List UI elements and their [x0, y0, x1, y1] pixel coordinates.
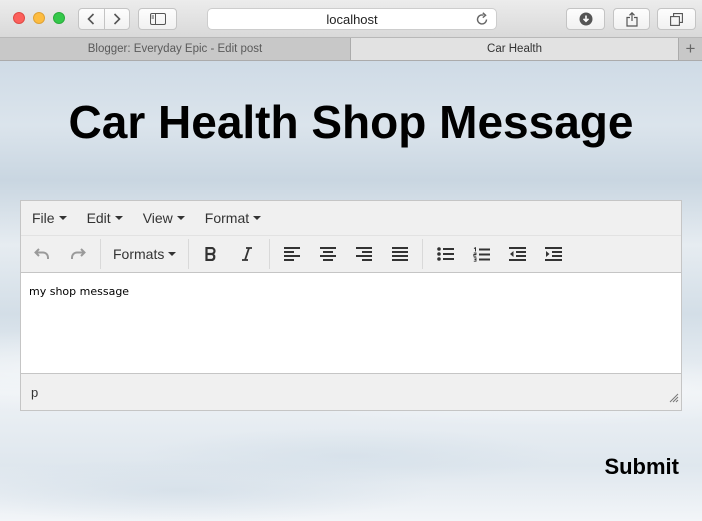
- align-justify-icon: [392, 247, 409, 261]
- caret-down-icon: [253, 216, 262, 220]
- numbered-list-button[interactable]: [464, 240, 498, 268]
- align-center-icon: [320, 247, 337, 261]
- tabs-overview-icon: [670, 12, 683, 26]
- caret-down-icon: [168, 252, 177, 256]
- page-content: Car Health Shop Message File Edit View F…: [0, 61, 702, 521]
- editor-statusbar: p: [21, 374, 681, 410]
- new-tab-button[interactable]: +: [678, 38, 702, 60]
- share-button[interactable]: [613, 8, 650, 30]
- tab-bar: Blogger: Everyday Epic - Edit post Car H…: [0, 38, 702, 61]
- bullet-list-icon: [437, 247, 454, 261]
- align-center-button[interactable]: [311, 240, 345, 268]
- back-button[interactable]: [79, 9, 104, 29]
- tab-label: Blogger: Everyday Epic - Edit post: [87, 43, 263, 55]
- undo-button[interactable]: [25, 240, 59, 268]
- chevron-right-icon: [113, 13, 121, 25]
- page-title: Car Health Shop Message: [68, 96, 634, 148]
- sidebar-icon: [149, 13, 166, 25]
- menu-file[interactable]: File: [25, 205, 74, 231]
- address-bar[interactable]: localhost: [207, 8, 497, 30]
- align-left-button[interactable]: [275, 240, 309, 268]
- browser-window: localhost Blogger: Everyday Epic - Edit …: [0, 0, 702, 521]
- forward-button[interactable]: [103, 9, 130, 29]
- zoom-window-button[interactable]: [53, 12, 65, 24]
- align-right-button[interactable]: [347, 240, 381, 268]
- bullet-list-button[interactable]: [428, 240, 462, 268]
- browser-toolbar: localhost: [0, 0, 702, 38]
- bold-button[interactable]: [194, 240, 228, 268]
- menu-label: View: [142, 210, 173, 226]
- share-icon: [625, 11, 638, 27]
- sidebar-button[interactable]: [138, 8, 177, 30]
- italic-icon: [242, 247, 253, 261]
- show-tabs-button[interactable]: [657, 8, 696, 30]
- plus-icon: +: [685, 39, 696, 58]
- editor-menubar: File Edit View Format: [21, 201, 681, 236]
- editor-text: my shop message: [29, 285, 130, 298]
- menu-label: Edit: [86, 210, 111, 226]
- tab-label: Car Health: [487, 43, 542, 55]
- submit-button[interactable]: Submit: [604, 454, 679, 480]
- bold-icon: [205, 247, 216, 261]
- element-path[interactable]: p: [21, 385, 38, 400]
- toolbar-divider: [100, 239, 101, 269]
- indent-button[interactable]: [536, 240, 570, 268]
- formats-label: Formats: [113, 246, 165, 262]
- menu-label: Format: [204, 210, 250, 226]
- downloads-button[interactable]: [566, 8, 605, 30]
- caret-down-icon: [176, 216, 185, 220]
- menu-view[interactable]: View: [136, 205, 192, 231]
- formats-dropdown[interactable]: Formats: [105, 240, 184, 268]
- caret-down-icon: [58, 216, 67, 220]
- redo-button[interactable]: [61, 240, 95, 268]
- nav-buttons: [78, 8, 130, 30]
- outdent-icon: [508, 247, 526, 261]
- outdent-button[interactable]: [500, 240, 534, 268]
- redo-icon: [71, 248, 86, 259]
- resize-handle[interactable]: [669, 390, 679, 408]
- chevron-left-icon: [87, 13, 95, 25]
- reload-icon: [476, 12, 488, 25]
- toolbar-divider: [188, 239, 190, 269]
- download-icon: [579, 12, 592, 26]
- toolbar-divider: [422, 239, 424, 269]
- close-window-button[interactable]: [13, 12, 25, 24]
- rich-text-editor: File Edit View Format Formats my shop me…: [20, 200, 682, 411]
- address-text: localhost: [326, 11, 378, 27]
- toolbar-divider: [269, 239, 271, 269]
- caret-down-icon: [114, 216, 123, 220]
- align-right-icon: [356, 247, 373, 261]
- minimize-window-button[interactable]: [33, 12, 45, 24]
- menu-format[interactable]: Format: [198, 205, 268, 231]
- align-left-icon: [284, 247, 301, 261]
- menu-edit[interactable]: Edit: [80, 205, 130, 231]
- undo-icon: [34, 248, 49, 259]
- editor-content-area[interactable]: my shop message: [21, 273, 681, 374]
- resize-grip-icon: [669, 393, 679, 403]
- tab-car-health[interactable]: Car Health: [351, 38, 678, 60]
- reload-button[interactable]: [476, 12, 489, 29]
- align-justify-button[interactable]: [383, 240, 417, 268]
- indent-icon: [544, 247, 562, 261]
- italic-button[interactable]: [230, 240, 264, 268]
- numbered-list-icon: [473, 246, 490, 262]
- tab-blogger[interactable]: Blogger: Everyday Epic - Edit post: [0, 38, 351, 60]
- editor-toolbar: Formats: [21, 236, 681, 273]
- menu-label: File: [32, 210, 55, 226]
